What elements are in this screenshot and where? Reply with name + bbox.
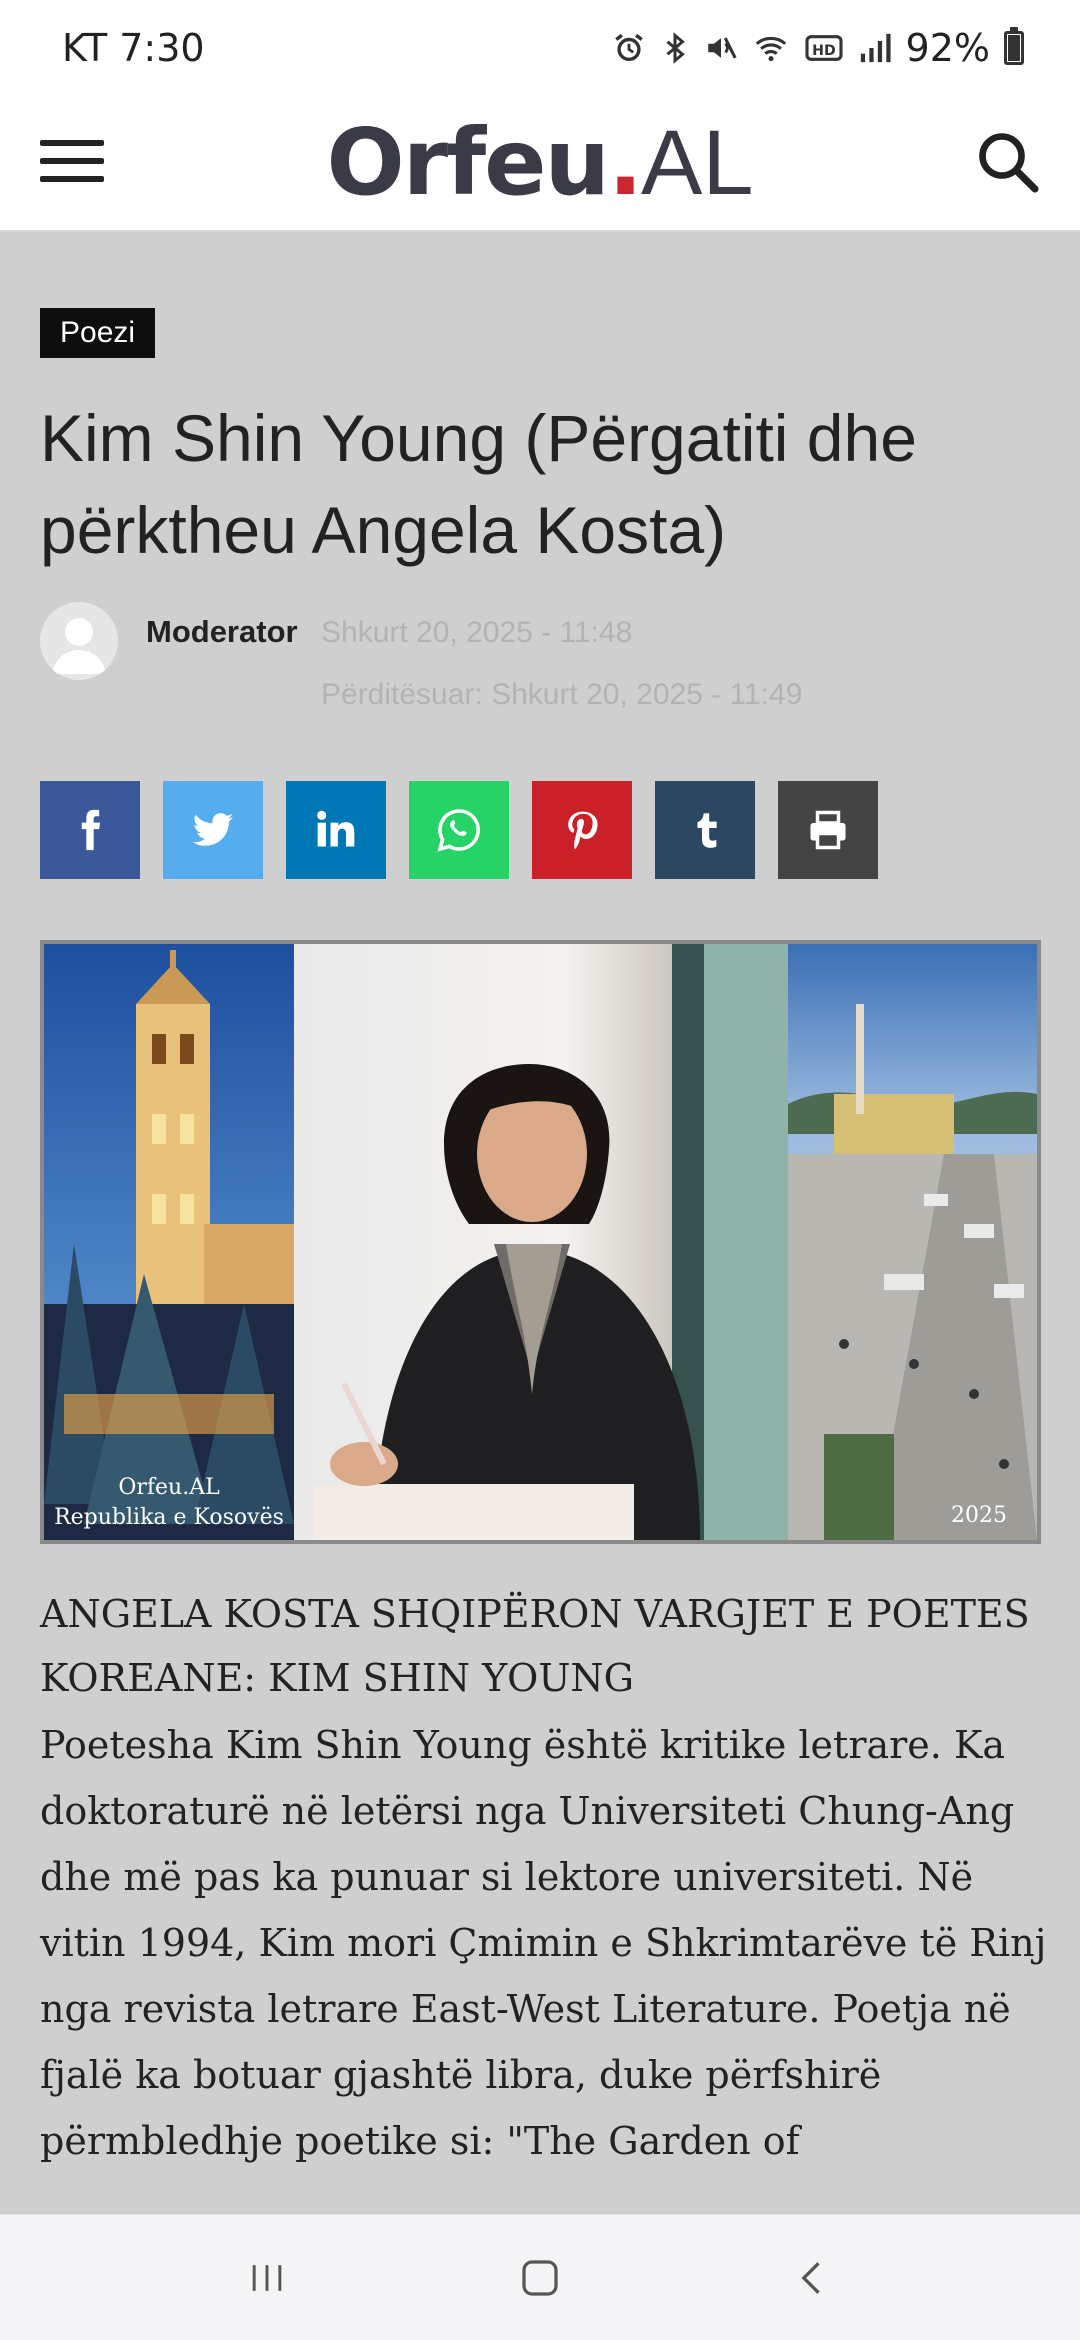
logo-suffix: AL (640, 112, 754, 214)
tumblr-icon (697, 813, 717, 848)
article-title: Kim Shin Young (Përgatiti dhe përktheu A… (40, 401, 917, 567)
search-icon[interactable] (972, 126, 1044, 198)
recents-icon[interactable] (227, 2238, 307, 2318)
logo-text: Orfeu (326, 109, 610, 216)
twitter-icon (192, 813, 234, 846)
image-caption-country: Republika e Kosovës (54, 1505, 284, 1530)
author-name[interactable]: Moderator (146, 614, 298, 650)
whatsapp-share-button[interactable] (409, 781, 509, 879)
facebook-icon (81, 809, 101, 851)
svg-text:HD: HD (812, 43, 836, 59)
logo-dot: . (608, 109, 643, 216)
pinterest-icon (568, 811, 598, 850)
battery-percent: 92% (905, 26, 990, 70)
system-nav-bar (0, 2214, 1080, 2340)
mute-icon (707, 37, 737, 59)
whatsapp-icon (437, 809, 480, 852)
back-icon[interactable] (773, 2238, 853, 2318)
facebook-share-button[interactable] (40, 781, 140, 879)
category-badge[interactable]: Poezi (40, 308, 156, 358)
bluetooth-icon (666, 32, 685, 64)
article-hero-image[interactable]: Orfeu.AL Republika e Kosovës 2025 (40, 940, 1041, 1544)
alarm-icon (614, 33, 643, 62)
author-avatar[interactable] (40, 602, 118, 680)
home-icon[interactable] (500, 2238, 580, 2318)
signal-icon (860, 33, 891, 63)
image-caption-logo: Orfeu.AL (118, 1475, 220, 1500)
tumblr-share-button[interactable] (655, 781, 755, 879)
battery-icon (1004, 27, 1024, 65)
updated-date: Përditësuar: Shkurt 20, 2025 - 11:49 (321, 678, 803, 711)
pinterest-share-button[interactable] (532, 781, 632, 879)
hd-icon: HD (804, 35, 843, 61)
linkedin-icon (317, 810, 355, 847)
print-button[interactable] (778, 781, 878, 879)
site-logo[interactable]: Orfeu.AL (0, 108, 1080, 218)
publish-date: Shkurt 20, 2025 - 11:48 (321, 616, 633, 649)
status-icons: HD 92% (612, 26, 1024, 70)
status-time: KT 7:30 (62, 26, 205, 70)
linkedin-share-button[interactable] (286, 781, 386, 879)
share-buttons (40, 781, 878, 879)
image-caption-year: 2025 (951, 1503, 1007, 1528)
twitter-share-button[interactable] (163, 781, 263, 879)
print-icon (810, 810, 846, 850)
article-subtitle: ANGELA KOSTA SHQIPËRON VARGJET E POETES … (40, 1592, 1030, 1700)
app-header: Orfeu.AL (0, 96, 1080, 232)
article-body: Poetesha Kim Shin Young është kritike le… (40, 1723, 1047, 2163)
wifi-icon (755, 36, 786, 62)
status-bar: KT 7:30 HD 92% (0, 0, 1080, 96)
